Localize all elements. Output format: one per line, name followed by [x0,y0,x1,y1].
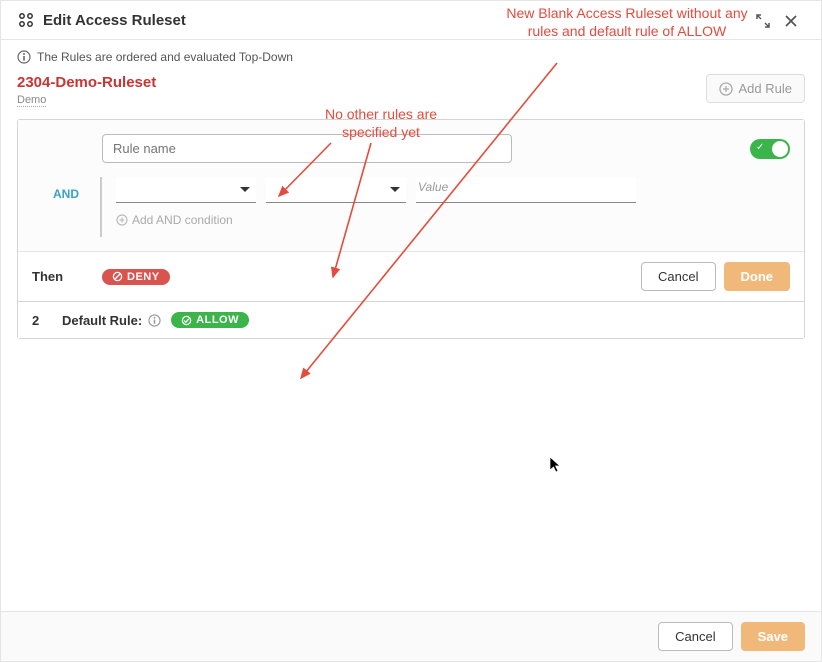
close-icon[interactable] [777,12,805,29]
plus-circle-icon [719,82,733,96]
ruleset-name: 2304-Demo-Ruleset [17,74,706,91]
then-label: Then [32,269,102,284]
add-and-label: Add AND condition [132,213,233,227]
rule-done-button[interactable]: Done [724,262,791,291]
default-rule-index: 2 [32,313,62,328]
allow-icon [181,315,192,326]
add-rule-label: Add Rule [739,81,792,96]
add-and-condition-button[interactable]: Add AND condition [116,213,233,227]
add-rule-button[interactable]: Add Rule [706,74,805,103]
deny-label: DENY [127,271,160,283]
condition-value-input[interactable]: Value [416,177,636,203]
rule-enabled-toggle[interactable] [750,139,790,159]
plus-circle-icon [116,214,128,226]
deny-pill[interactable]: DENY [102,269,170,285]
info-text: The Rules are ordered and evaluated Top-… [37,50,293,64]
deny-icon [112,271,123,282]
condition-field-select[interactable] [116,177,256,203]
rule-name-input[interactable] [102,134,512,163]
info-strip: The Rules are ordered and evaluated Top-… [1,40,821,70]
save-button[interactable]: Save [741,622,805,651]
modal-header: Edit Access Ruleset [1,1,821,40]
allow-pill: ALLOW [171,312,249,328]
cursor-icon [549,456,563,474]
default-rule-label: Default Rule: [62,313,142,328]
info-icon [148,314,161,327]
allow-label: ALLOW [196,314,239,326]
modal-footer: Cancel Save [1,611,821,661]
modal-title: Edit Access Ruleset [43,12,186,29]
condition-operator-select[interactable] [266,177,406,203]
info-icon [17,50,31,64]
cancel-button[interactable]: Cancel [658,622,732,651]
and-label: AND [32,177,102,237]
default-rule-row: 2 Default Rule: ALLOW [18,301,804,338]
expand-icon[interactable] [749,12,777,29]
rule-editor: AND Value Add AND condition [18,120,804,251]
rule-cancel-button[interactable]: Cancel [641,262,715,291]
ruleset-name-row: 2304-Demo-Ruleset Demo Add Rule [1,70,821,119]
then-row: Then DENY Cancel Done [18,251,804,301]
ruleset-icon [17,11,35,29]
ruleset-description[interactable]: Demo [17,94,46,107]
rules-area: AND Value Add AND condition The [17,119,805,339]
